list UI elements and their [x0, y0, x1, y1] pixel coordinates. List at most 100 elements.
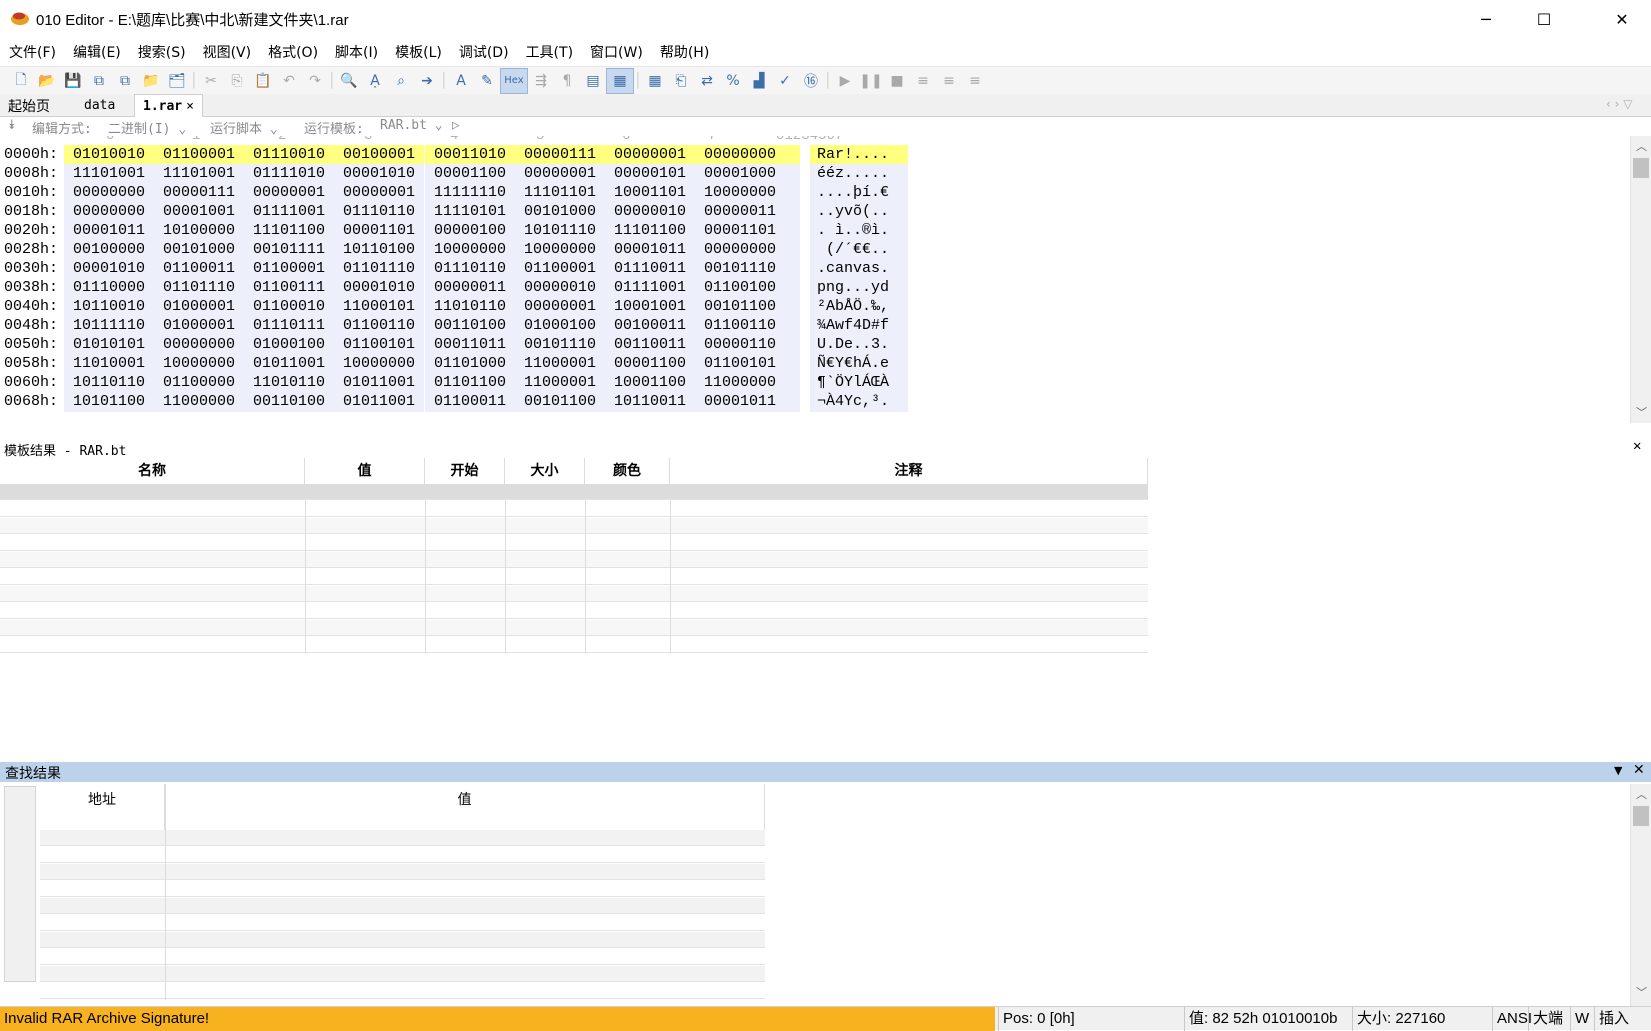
status-insert-mode[interactable]: 插入 [1594, 1007, 1636, 1031]
menu-item-1[interactable]: 编辑(E) [64, 42, 129, 62]
status-position[interactable]: Pos: 0 [0h] [998, 1007, 1184, 1031]
scroll-up-icon[interactable]: ︿ [1636, 138, 1647, 154]
byte-cell[interactable]: 11010001 [64, 354, 154, 374]
hex-editor[interactable]: 0 1 2 3 4 5 6 7 01234567 0000h: 01010010 01100001 0… [0, 136, 1651, 435]
tab-start-page[interactable]: 起始页 [0, 94, 58, 117]
byte-cell[interactable]: 01011001 [244, 354, 334, 374]
byte-cell[interactable]: 00000001 [515, 164, 605, 184]
char-cell[interactable]: ¾Awf4D#f [810, 316, 908, 336]
byte-cell[interactable]: 01100101 [334, 335, 425, 355]
byte-cell[interactable]: 10000000 [154, 354, 244, 374]
template-row[interactable] [0, 484, 1148, 500]
template-column-header[interactable]: 值 [305, 458, 425, 484]
byte-cell[interactable]: 01100011 [154, 259, 244, 279]
byte-cell[interactable]: 10110110 [64, 373, 154, 393]
char-cell[interactable]: ²AbÅÖ.‰, [810, 297, 908, 317]
char-cell[interactable]: ..yvõ(.. [810, 202, 908, 222]
byte-cell[interactable]: 00001011 [64, 221, 154, 241]
byte-cell[interactable]: 00000001 [515, 297, 605, 317]
char-cell[interactable]: ¶`ÖYlÁŒÀ [810, 373, 908, 393]
byte-cell[interactable]: 10000000 [515, 240, 605, 260]
char-cell[interactable]: .canvas. [810, 259, 908, 279]
percent-icon[interactable]: % [720, 69, 746, 93]
open-folder-icon[interactable]: 📂 [34, 69, 60, 93]
template-row[interactable] [0, 586, 1148, 602]
byte-cell[interactable]: 01100110 [334, 316, 425, 336]
find-row[interactable] [40, 830, 765, 846]
char-cell[interactable]: ¬À4Yc,³. [810, 392, 908, 412]
save-icon[interactable]: 💾 [60, 69, 86, 93]
char-cell[interactable]: Rar!.... [810, 145, 908, 165]
template-row[interactable] [0, 535, 1148, 551]
byte-cell[interactable]: 01110000 [64, 278, 154, 298]
byte-cell[interactable]: 00110011 [605, 335, 695, 355]
byte-cell[interactable]: 00101000 [154, 240, 244, 260]
find-row[interactable] [40, 864, 765, 880]
cut-icon[interactable]: ✂ [198, 69, 224, 93]
byte-cell[interactable]: 01111001 [605, 278, 695, 298]
byte-cell[interactable]: 01111001 [244, 202, 334, 222]
byte-cell[interactable]: 11101001 [154, 164, 244, 184]
byte-cell[interactable]: 11111110 [425, 183, 515, 203]
byte-cell[interactable]: 10110011 [605, 392, 695, 412]
byte-cell[interactable]: 11010110 [244, 373, 334, 393]
byte-cell[interactable]: 01010010 [64, 145, 154, 165]
replace-icon[interactable]: Ạ [362, 69, 388, 93]
save-as-icon[interactable]: ⧉ [86, 69, 112, 93]
find-column-header[interactable]: 值 [165, 784, 765, 830]
byte-cell[interactable]: 01000001 [154, 316, 244, 336]
byte-cell[interactable]: 01100011 [425, 392, 515, 412]
find-row[interactable] [40, 881, 765, 897]
byte-cell[interactable]: 01100001 [154, 145, 244, 165]
byte-cell[interactable]: 10001101 [605, 183, 695, 203]
char-cell[interactable]: . ì..®ì. [810, 221, 908, 241]
collapse-icon[interactable]: ⯯ [8, 118, 16, 133]
panel-menu-icon[interactable]: ▼ [1614, 764, 1622, 777]
byte-cell[interactable]: 01100010 [244, 297, 334, 317]
byte-cell[interactable]: 11000001 [515, 354, 605, 374]
hex-mode-icon[interactable]: Hex [500, 67, 528, 94]
byte-cell[interactable]: 00011010 [425, 145, 515, 165]
byte-cell[interactable]: 00001001 [154, 202, 244, 222]
byte-cell[interactable]: 10101100 [64, 392, 154, 412]
scroll-down-icon[interactable]: ﹀ [1636, 984, 1647, 1000]
menu-item-4[interactable]: 格式(O) [259, 42, 326, 62]
template-column-header[interactable]: 开始 [425, 458, 505, 484]
byte-cell[interactable]: 01100111 [244, 278, 334, 298]
byte-cell[interactable]: 01100001 [244, 259, 334, 279]
byte-cell[interactable]: 01011001 [334, 392, 425, 412]
byte-cell[interactable]: 01100100 [695, 278, 785, 298]
byte-cell[interactable]: 11000000 [695, 373, 785, 393]
byte-cell[interactable]: 11010110 [425, 297, 515, 317]
byte-cell[interactable]: 01000001 [154, 297, 244, 317]
byte-cell[interactable]: 00110100 [244, 392, 334, 412]
byte-cell[interactable]: 00101111 [244, 240, 334, 260]
open-dir-icon[interactable]: 📁 [138, 69, 164, 93]
template-row[interactable] [0, 637, 1148, 653]
scroll-down-icon[interactable]: ﹀ [1636, 404, 1647, 420]
byte-cell[interactable]: 00000010 [515, 278, 605, 298]
byte-cell[interactable]: 00100001 [334, 145, 425, 165]
paragraph-icon[interactable]: ¶ [554, 69, 580, 93]
byte-cell[interactable]: 11101001 [64, 164, 154, 184]
byte-cell[interactable]: 11000101 [334, 297, 425, 317]
find-row[interactable] [40, 932, 765, 948]
status-value[interactable]: 值: 82 52h 01010010b [1184, 1007, 1352, 1031]
byte-cell[interactable]: 00001101 [695, 221, 785, 241]
font-icon[interactable]: A [448, 69, 474, 93]
template-column-header[interactable]: 颜色 [585, 458, 670, 484]
menu-item-8[interactable]: 工具(T) [517, 42, 581, 62]
scroll-thumb[interactable] [1633, 158, 1649, 178]
wrap-icon[interactable]: ⇶ [528, 69, 554, 93]
find-row[interactable] [40, 898, 765, 914]
byte-cell[interactable]: 10100000 [154, 221, 244, 241]
byte-cell[interactable]: 00000001 [334, 183, 425, 203]
byte-cell[interactable]: 00001010 [64, 259, 154, 279]
scroll-thumb[interactable] [1633, 806, 1649, 826]
byte-cell[interactable]: 10000000 [695, 183, 785, 203]
menu-item-9[interactable]: 窗口(W) [581, 42, 651, 62]
byte-cell[interactable]: 01111010 [244, 164, 334, 184]
byte-cell[interactable]: 01100110 [695, 316, 785, 336]
char-cell[interactable]: U.De..3. [810, 335, 908, 355]
panel-close-icon[interactable]: ✕ [1633, 762, 1645, 778]
